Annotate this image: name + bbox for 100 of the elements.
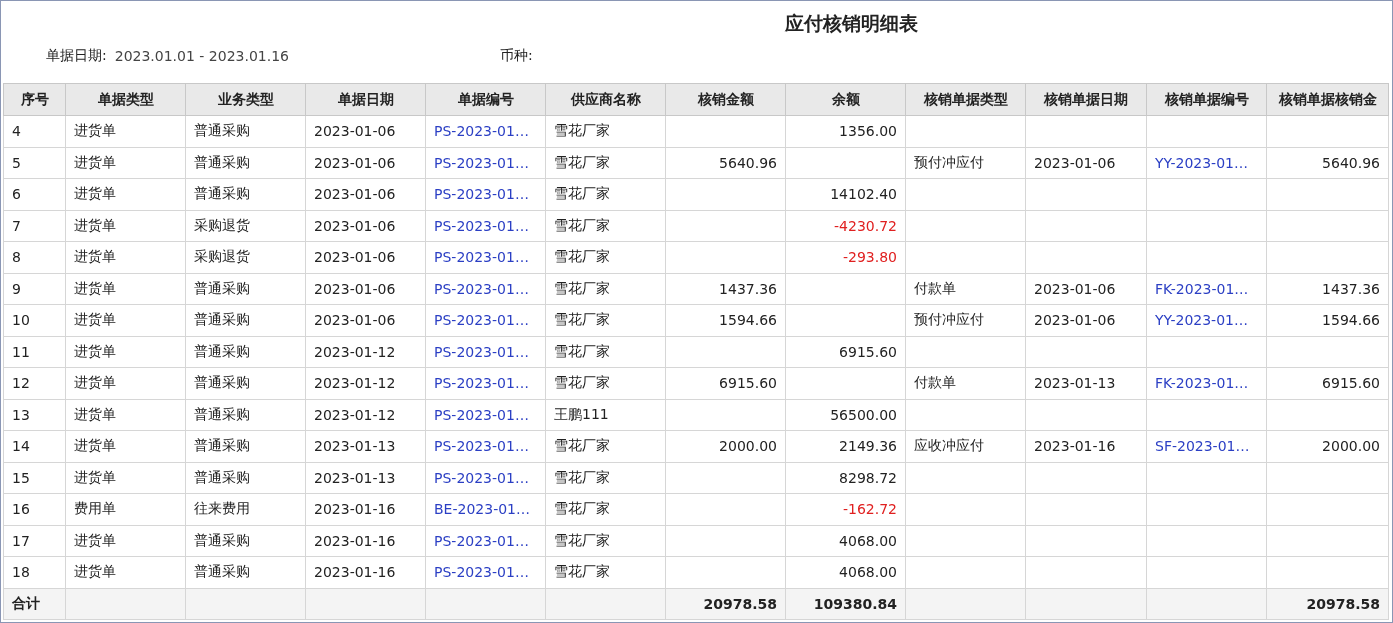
table-cell: 2023-01-06 xyxy=(1025,147,1147,179)
table-cell: 6915.60 xyxy=(1266,367,1389,399)
table-cell: 雪花厂家 xyxy=(545,178,666,210)
table-cell: 雪花厂家 xyxy=(545,147,666,179)
table-cell: 16 xyxy=(3,493,66,525)
column-header[interactable]: 核销单据类型 xyxy=(905,83,1026,116)
table-cell: 2000.00 xyxy=(1266,430,1389,462)
table-cell: 1437.36 xyxy=(665,273,786,305)
table-cell: 14102.40 xyxy=(785,178,906,210)
table-cell: 4068.00 xyxy=(785,525,906,557)
table-cell: 进货单 xyxy=(65,336,186,368)
table-cell: 2023-01-16 xyxy=(305,556,426,588)
total-cell: 109380.84 xyxy=(785,588,906,620)
table-cell: 雪花厂家 xyxy=(545,336,666,368)
table-cell: 进货单 xyxy=(65,556,186,588)
table-cell: 普通采购 xyxy=(185,273,306,305)
table-cell: 进货单 xyxy=(65,399,186,431)
table-cell: 进货单 xyxy=(65,178,186,210)
table-cell: 雪花厂家 xyxy=(545,304,666,336)
table-cell: 雪花厂家 xyxy=(545,430,666,462)
table-cell: 雪花厂家 xyxy=(545,210,666,242)
table-cell: 进货单 xyxy=(65,430,186,462)
table-cell: 12 xyxy=(3,367,66,399)
table-cell: 雪花厂家 xyxy=(545,493,666,525)
table-cell: 2023-01-16 xyxy=(305,493,426,525)
table-cell: 2000.00 xyxy=(665,430,786,462)
table-cell: -162.72 xyxy=(785,493,906,525)
table-cell: 雪花厂家 xyxy=(545,556,666,588)
report-title: 应付核销明细表 xyxy=(785,11,918,36)
table-cell: 付款单 xyxy=(905,367,1026,399)
table-cell: 8298.72 xyxy=(785,462,906,494)
total-cell: 20978.58 xyxy=(665,588,786,620)
table-cell: 应收冲应付 xyxy=(905,430,1026,462)
table-cell: 普通采购 xyxy=(185,115,306,147)
table-cell: 6915.60 xyxy=(785,336,906,368)
table-cell: 2023-01-06 xyxy=(1025,273,1147,305)
table-cell: 8 xyxy=(3,241,66,273)
table-cell: 2023-01-06 xyxy=(305,273,426,305)
table-cell: 11 xyxy=(3,336,66,368)
table-cell: 1594.66 xyxy=(665,304,786,336)
table-cell: 进货单 xyxy=(65,525,186,557)
table-cell: 2023-01-06 xyxy=(305,178,426,210)
table-cell: 2149.36 xyxy=(785,430,906,462)
table-cell: 17 xyxy=(3,525,66,557)
table-cell: 2023-01-06 xyxy=(1025,304,1147,336)
table-cell: 普通采购 xyxy=(185,336,306,368)
table-cell: -293.80 xyxy=(785,241,906,273)
table-cell: 2023-01-12 xyxy=(305,399,426,431)
table-cell: 2023-01-12 xyxy=(305,336,426,368)
table-cell: 进货单 xyxy=(65,241,186,273)
table-cell: 2023-01-13 xyxy=(305,430,426,462)
filter-label: 币种: xyxy=(500,47,533,65)
total-label: 合计 xyxy=(3,588,66,620)
column-header[interactable]: 余额 xyxy=(785,83,906,116)
table-cell: 进货单 xyxy=(65,304,186,336)
table-cell: 普通采购 xyxy=(185,304,306,336)
table-cell: 2023-01-06 xyxy=(305,115,426,147)
table-cell: 2023-01-13 xyxy=(305,462,426,494)
table-cell: 进货单 xyxy=(65,462,186,494)
table-cell: 进货单 xyxy=(65,210,186,242)
column-header[interactable]: 核销金额 xyxy=(665,83,786,116)
table-cell: 雪花厂家 xyxy=(545,462,666,494)
total-cell: 20978.58 xyxy=(1266,588,1389,620)
table-cell: 2023-01-06 xyxy=(305,241,426,273)
table-cell: 普通采购 xyxy=(185,556,306,588)
table-cell: 2023-01-12 xyxy=(305,367,426,399)
table-cell: 进货单 xyxy=(65,367,186,399)
column-header[interactable]: 单据编号 xyxy=(425,83,546,116)
column-header[interactable]: 核销单据核销金 xyxy=(1266,83,1389,116)
table-cell: 56500.00 xyxy=(785,399,906,431)
table-cell: 采购退货 xyxy=(185,241,306,273)
table-cell: 进货单 xyxy=(65,115,186,147)
table-cell: 2023-01-16 xyxy=(305,525,426,557)
table-cell: 15 xyxy=(3,462,66,494)
column-header[interactable]: 核销单据日期 xyxy=(1025,83,1147,116)
column-header[interactable]: 业务类型 xyxy=(185,83,306,116)
table-cell: 普通采购 xyxy=(185,462,306,494)
table-cell: 2023-01-16 xyxy=(1025,430,1147,462)
column-header[interactable]: 核销单据编号 xyxy=(1146,83,1267,116)
column-header[interactable]: 供应商名称 xyxy=(545,83,666,116)
table-cell: 5640.96 xyxy=(1266,147,1389,179)
table-cell: 18 xyxy=(3,556,66,588)
column-header[interactable]: 单据类型 xyxy=(65,83,186,116)
column-header[interactable]: 单据日期 xyxy=(305,83,426,116)
table-cell: 6915.60 xyxy=(665,367,786,399)
table-cell: 1356.00 xyxy=(785,115,906,147)
table-cell: 2023-01-06 xyxy=(305,210,426,242)
table-cell: 2023-01-13 xyxy=(1025,367,1147,399)
table-cell: 1437.36 xyxy=(1266,273,1389,305)
table-cell: 雪花厂家 xyxy=(545,367,666,399)
table-cell: 雪花厂家 xyxy=(545,273,666,305)
table-cell: 5 xyxy=(3,147,66,179)
table-cell: 2023-01-06 xyxy=(305,304,426,336)
table-cell: 4 xyxy=(3,115,66,147)
table-cell: 普通采购 xyxy=(185,430,306,462)
column-header[interactable]: 序号 xyxy=(3,83,66,116)
table-cell: -4230.72 xyxy=(785,210,906,242)
table-cell: 普通采购 xyxy=(185,525,306,557)
table-cell: 费用单 xyxy=(65,493,186,525)
table-cell: 进货单 xyxy=(65,147,186,179)
